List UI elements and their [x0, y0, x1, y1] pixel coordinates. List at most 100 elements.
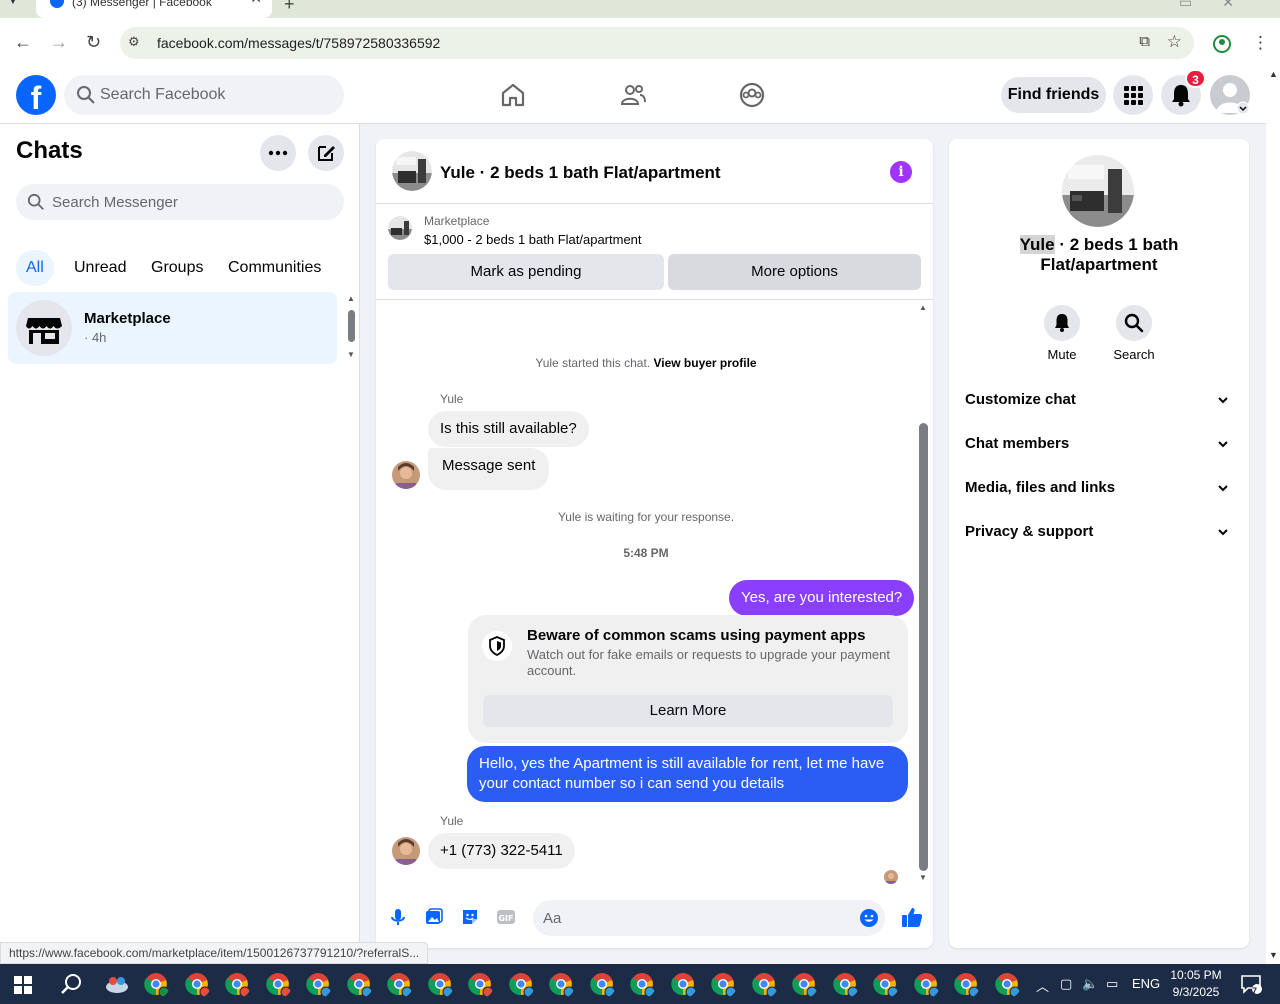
home-icon[interactable]: [499, 81, 527, 109]
taskbar-chrome-icon[interactable]: [873, 972, 899, 998]
listing-price-title[interactable]: $1,000 - 2 beds 1 bath Flat/apartment: [424, 232, 642, 247]
taskbar-chrome-icon[interactable]: [711, 972, 737, 998]
sticker-icon[interactable]: [460, 907, 480, 927]
incoming-message[interactable]: +1 (773) 322-5411: [428, 833, 575, 869]
person-photo-icon: [392, 461, 420, 489]
messenger-search-input[interactable]: [52, 184, 332, 220]
search-icon: [77, 86, 95, 104]
forward-icon[interactable]: →: [50, 32, 68, 53]
taskbar-chrome-icon[interactable]: [670, 972, 697, 998]
filter-communities[interactable]: Communities: [218, 250, 331, 286]
new-message-button[interactable]: [308, 135, 344, 171]
taskbar-chrome-icon[interactable]: [792, 972, 818, 998]
taskbar-chrome-icon[interactable]: [751, 972, 778, 998]
outgoing-message[interactable]: Yes, are you interested?: [729, 580, 915, 616]
incoming-message[interactable]: Message sent: [428, 448, 550, 490]
page-scrollbar[interactable]: ▲ ▼: [1266, 67, 1280, 964]
taskbar-chrome-icon[interactable]: [913, 972, 940, 998]
message-input[interactable]: [543, 900, 843, 936]
tray-overflow-icon[interactable]: ︿: [1036, 976, 1049, 995]
listing-photo[interactable]: [1062, 155, 1134, 227]
tab-list-icon[interactable]: ▼: [8, 0, 18, 7]
filter-groups[interactable]: Groups: [141, 250, 213, 286]
thumbs-up-icon[interactable]: [900, 905, 924, 929]
url-text[interactable]: facebook.com/messages/t/758972580336592: [157, 35, 440, 51]
taskbar-clock[interactable]: 10:05 PM 9/3/2025: [1166, 967, 1226, 1001]
tray-meet-icon[interactable]: ▢: [1060, 976, 1072, 992]
emoji-icon[interactable]: [859, 908, 879, 928]
chat-members-row[interactable]: Chat members: [965, 426, 1235, 462]
action-center-icon[interactable]: [1240, 974, 1262, 994]
conversation-title[interactable]: Yule · 2 beds 1 bath Flat/apartment: [440, 163, 721, 183]
profile-icon[interactable]: [1212, 34, 1232, 54]
listing-thumbnail[interactable]: [392, 151, 432, 191]
taskbar-chrome-icon[interactable]: [346, 972, 373, 998]
conversation-panel: Yule · 2 beds 1 bath Flat/apartment i Ma…: [376, 139, 933, 948]
volume-icon[interactable]: 🔈: [1082, 976, 1098, 992]
learn-more-button[interactable]: Learn More: [483, 695, 893, 727]
conversation-info-icon[interactable]: i: [890, 161, 912, 183]
back-icon[interactable]: ←: [14, 32, 32, 53]
taskbar-chrome-icon[interactable]: [306, 972, 332, 998]
facebook-logo-icon[interactable]: f: [16, 75, 56, 115]
network-icon[interactable]: ▭: [1106, 976, 1118, 992]
groups-icon[interactable]: [738, 81, 766, 109]
taskbar-chrome-icon[interactable]: [832, 972, 859, 998]
windows-start-icon[interactable]: [14, 976, 32, 994]
facebook-search[interactable]: [64, 75, 344, 115]
mute-action[interactable]: Mute: [1032, 305, 1092, 362]
taskbar-chrome-icon[interactable]: [630, 972, 656, 998]
taskbar-chrome-icon[interactable]: [549, 972, 575, 998]
more-options-button[interactable]: More options: [668, 254, 921, 290]
incoming-message[interactable]: Is this still available?: [428, 411, 589, 447]
address-bar[interactable]: ⚙ facebook.com/messages/t/75897258033659…: [120, 27, 1194, 59]
filter-unread[interactable]: Unread: [64, 250, 136, 286]
bookmark-star-icon[interactable]: ☆: [1167, 32, 1182, 52]
search-action[interactable]: Search: [1104, 305, 1164, 362]
site-info-icon[interactable]: ⚙: [128, 34, 146, 52]
conversation-scrollbar[interactable]: ▲ ▼: [917, 301, 931, 887]
taskbar-chrome-icon[interactable]: [954, 972, 980, 998]
outgoing-message[interactable]: Hello, yes the Apartment is still availa…: [467, 746, 908, 802]
chat-item-marketplace[interactable]: Marketplace · 4h: [8, 292, 337, 364]
photo-icon[interactable]: [424, 907, 444, 927]
taskbar-chrome-icon[interactable]: [144, 972, 170, 998]
taskbar-chrome-icon[interactable]: [265, 972, 292, 998]
facebook-search-input[interactable]: [100, 75, 330, 115]
browser-menu-icon[interactable]: ⋮: [1252, 33, 1269, 53]
taskbar-chrome-icon[interactable]: [589, 972, 616, 998]
customize-chat-row[interactable]: Customize chat: [965, 382, 1235, 418]
search-in-chat-button[interactable]: [1116, 305, 1152, 341]
taskbar-chrome-icon[interactable]: [225, 972, 251, 998]
chats-scrollbar[interactable]: ▲ ▼: [344, 294, 358, 364]
mute-button[interactable]: [1044, 305, 1080, 341]
filter-all[interactable]: All: [16, 250, 54, 286]
taskbar-search-icon[interactable]: [60, 972, 84, 996]
microphone-icon[interactable]: [388, 907, 408, 927]
messenger-search[interactable]: [16, 184, 344, 220]
taskbar-chrome-icon[interactable]: [994, 972, 1021, 998]
friends-icon[interactable]: [619, 81, 647, 109]
privacy-support-row[interactable]: Privacy & support: [965, 514, 1235, 550]
find-friends-button[interactable]: Find friends: [1001, 77, 1106, 113]
install-app-icon[interactable]: ⧉: [1139, 33, 1150, 50]
view-buyer-profile-link[interactable]: View buyer profile: [653, 356, 756, 370]
reload-icon[interactable]: ↻: [86, 32, 101, 53]
taskbar-chrome-icon[interactable]: [184, 972, 211, 998]
language-indicator[interactable]: ENG: [1132, 976, 1160, 991]
mark-as-pending-button[interactable]: Mark as pending: [388, 254, 664, 290]
taskbar-app-icon[interactable]: [104, 972, 130, 998]
taskbar-chrome-icon[interactable]: [508, 972, 535, 998]
message-input-wrap[interactable]: [533, 900, 885, 936]
gif-icon[interactable]: GIF: [496, 907, 516, 927]
account-chevron-icon[interactable]: [1236, 101, 1250, 115]
menu-button[interactable]: [1113, 75, 1153, 115]
window-controls[interactable]: ▭✕: [1179, 0, 1264, 11]
taskbar-chrome-icon[interactable]: [468, 972, 494, 998]
new-tab-icon[interactable]: +: [284, 0, 295, 15]
taskbar-chrome-icon[interactable]: [387, 972, 413, 998]
media-files-links-row[interactable]: Media, files and links: [965, 470, 1235, 506]
taskbar-chrome-icon[interactable]: [427, 972, 454, 998]
chats-options-button[interactable]: [260, 135, 296, 171]
browser-tab-messenger[interactable]: (3) Messenger | Facebook ✕: [36, 0, 272, 18]
